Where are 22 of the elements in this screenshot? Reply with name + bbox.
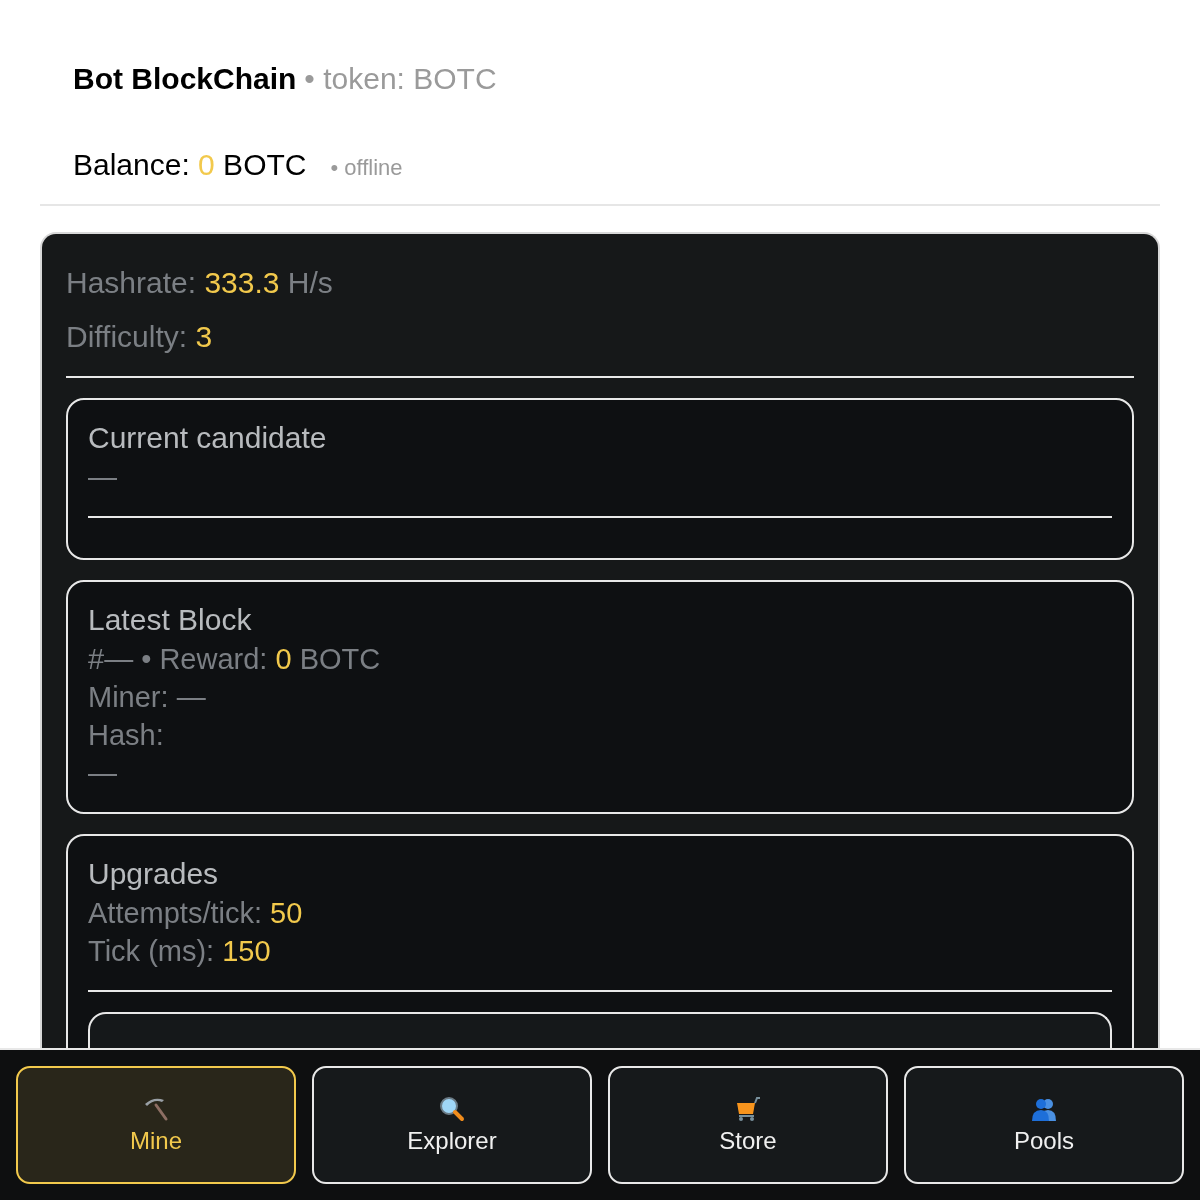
card-title: Upgrades bbox=[88, 856, 220, 892]
stat-text: Difficulty: 3 bbox=[66, 319, 214, 355]
card-text: Hash: bbox=[88, 718, 165, 753]
stat-text: Hashrate: 333.3 H/s bbox=[66, 265, 334, 301]
balance-text: Balance: 0 BOTC bbox=[73, 148, 307, 182]
card-text: Attempts/tick: 50 bbox=[88, 896, 304, 931]
cart-icon bbox=[734, 1095, 762, 1123]
token-label: • token: BOTC bbox=[304, 62, 497, 96]
card-text: Miner: — bbox=[88, 680, 207, 715]
card-text: Tick (ms): 150 bbox=[88, 934, 272, 969]
nav-tab[interactable]: Pools bbox=[904, 1066, 1184, 1184]
app-title: Bot BlockChain bbox=[73, 62, 297, 96]
card-title: Current candidate bbox=[88, 420, 328, 456]
nav-tab[interactable]: Explorer bbox=[312, 1066, 592, 1184]
nav-tab[interactable]: Store bbox=[608, 1066, 888, 1184]
nav-tab[interactable]: Mine bbox=[16, 1066, 296, 1184]
card-text: — bbox=[88, 756, 118, 791]
card-text: #— • Reward: 0 BOTC bbox=[88, 642, 382, 677]
magnifier-icon bbox=[438, 1095, 466, 1123]
connection-status: • offline bbox=[330, 155, 403, 181]
card-text: — bbox=[88, 460, 118, 495]
card-title: Latest Block bbox=[88, 602, 253, 638]
